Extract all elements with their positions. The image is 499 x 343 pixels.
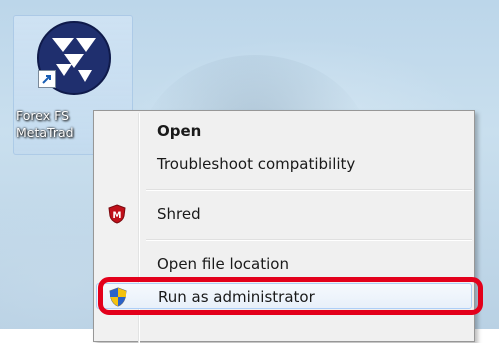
shortcut-arrow-icon xyxy=(38,70,56,88)
menu-separator xyxy=(146,239,472,241)
menu-item-label: Open file location xyxy=(157,255,289,273)
menu-item-label: Troubleshoot compatibility xyxy=(157,155,356,173)
menu-item-open[interactable]: Open xyxy=(96,118,472,144)
menu-separator xyxy=(146,189,472,191)
mcafee-shield-icon: M xyxy=(108,204,126,224)
menu-item-shred[interactable]: M Shred xyxy=(96,201,472,227)
menu-item-label: Shred xyxy=(157,205,201,223)
menu-item-label: Open xyxy=(157,122,202,140)
menu-item-open-file-location[interactable]: Open file location xyxy=(96,251,472,277)
annotation-highlight-box xyxy=(98,277,483,315)
svg-text:M: M xyxy=(113,211,122,221)
menu-item-troubleshoot-compatibility[interactable]: Troubleshoot compatibility xyxy=(96,151,472,177)
